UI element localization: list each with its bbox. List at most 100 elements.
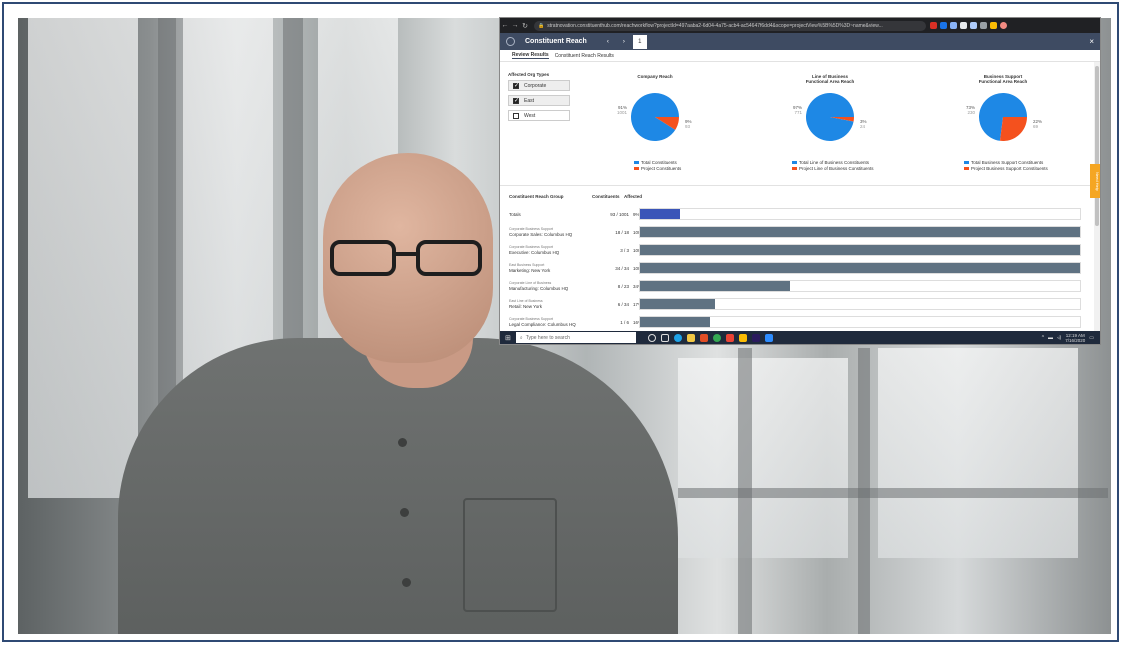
clock-date: 7/16/2020 bbox=[1065, 337, 1086, 343]
reach-bar-fill bbox=[640, 263, 1080, 273]
reach-bar-fill bbox=[640, 299, 715, 309]
chevron-up-icon[interactable]: ^ bbox=[1042, 335, 1044, 341]
pie-title: Line of Business Functional Area Reach bbox=[805, 74, 855, 84]
filters-heading: Affected Org Types bbox=[508, 72, 550, 77]
app-logo-icon[interactable] bbox=[506, 37, 515, 46]
legend-total: Total Constituents bbox=[641, 160, 677, 165]
reach-bar bbox=[639, 262, 1081, 274]
app-icon[interactable] bbox=[725, 333, 734, 342]
legend-total: Total Business Support Constituents bbox=[971, 160, 1044, 165]
row-name: Totals bbox=[509, 212, 521, 217]
row-count: 34 / 34 bbox=[615, 266, 629, 271]
close-icon[interactable]: × bbox=[1089, 37, 1094, 46]
zoom-icon[interactable] bbox=[764, 333, 773, 342]
row-name: Marketing: New York bbox=[509, 268, 551, 273]
extension-icon[interactable] bbox=[970, 22, 977, 29]
pie-legend: Total Constituents Project Constituents bbox=[634, 160, 681, 172]
pie-label-total-count: 1001 bbox=[617, 110, 628, 115]
page-number[interactable]: 1 bbox=[632, 34, 647, 49]
col-header-constituents[interactable]: Constituents bbox=[592, 194, 620, 199]
taskbar-apps bbox=[647, 333, 773, 342]
pie-legend: Total Business Support Constituents Proj… bbox=[964, 160, 1048, 172]
office-icon[interactable] bbox=[699, 333, 708, 342]
app-screenshot: ← → ↻ 🔒 stratnovation.constituenthub.com… bbox=[500, 18, 1100, 344]
forward-icon[interactable]: → bbox=[510, 22, 520, 29]
edge-icon[interactable] bbox=[673, 333, 682, 342]
presenter-glasses bbox=[330, 240, 490, 278]
row-count: 93 / 1001 bbox=[610, 212, 629, 217]
row-count: 3 / 3 bbox=[620, 248, 629, 253]
windows-taskbar: ⊞ ⌕ Type here to search ^ ▬ ◃) 12:19 AM … bbox=[500, 331, 1100, 344]
pie-label-total-count: 230 bbox=[967, 110, 975, 115]
window-pane bbox=[878, 348, 1078, 558]
extension-icon[interactable] bbox=[990, 22, 997, 29]
premiere-icon[interactable] bbox=[751, 333, 760, 342]
pie-slice-project[interactable] bbox=[999, 117, 1027, 141]
reach-bar bbox=[639, 298, 1081, 310]
reach-bar bbox=[639, 280, 1081, 292]
table-row[interactable]: Corporate Business Support Executive: Col… bbox=[509, 244, 1081, 258]
task-view-icon[interactable] bbox=[660, 333, 669, 342]
search-icon: ⌕ bbox=[519, 334, 523, 341]
browser-toolbar: ← → ↻ 🔒 stratnovation.constituenthub.com… bbox=[500, 18, 1100, 33]
row-label: Corporate Line of Business Manufacturing:… bbox=[509, 280, 589, 292]
reach-bar bbox=[639, 316, 1081, 328]
pie-label-project-count: 69 bbox=[1033, 124, 1039, 129]
legend-project: Project Constituents bbox=[641, 166, 682, 171]
tab-constituent-reach-results[interactable]: Constituent Reach Results bbox=[555, 53, 614, 59]
table-row[interactable]: Corporate Line of Business Manufacturing:… bbox=[509, 280, 1081, 294]
pager: ‹ › 1 bbox=[601, 34, 647, 49]
address-bar[interactable]: 🔒 stratnovation.constituenthub.com/reach… bbox=[534, 20, 926, 31]
row-count: 6 / 34 bbox=[617, 302, 629, 307]
col-header-group[interactable]: Constituent Reach Group bbox=[509, 194, 564, 199]
row-name: Retail: New York bbox=[509, 304, 543, 309]
reach-bar bbox=[639, 208, 1081, 220]
reach-bar-fill bbox=[640, 245, 1080, 255]
profile-avatar[interactable] bbox=[1000, 22, 1007, 29]
volume-icon[interactable]: ◃) bbox=[1057, 335, 1061, 341]
network-icon[interactable]: ▬ bbox=[1048, 335, 1053, 341]
notifications-icon[interactable]: ▭ bbox=[1089, 335, 1094, 341]
section-divider bbox=[500, 185, 1094, 186]
row-count: 8 / 23 bbox=[617, 284, 629, 289]
pie-lob-reach: Line of Business Functional Area Reach bbox=[785, 74, 875, 84]
app-header: Constituent Reach ‹ › 1 × bbox=[500, 33, 1100, 50]
windows-start-icon[interactable]: ⊞ bbox=[505, 334, 511, 342]
extension-icon[interactable] bbox=[960, 22, 967, 29]
pie-title: Company Reach bbox=[637, 74, 673, 79]
table-row[interactable]: Corporate Business Support Corporate Sale… bbox=[509, 226, 1081, 240]
row-label: Totals bbox=[509, 212, 589, 218]
extension-icon[interactable] bbox=[950, 22, 957, 29]
row-label: East Line of Business Retail: New York bbox=[509, 298, 589, 310]
tab-review-results[interactable]: Review Results bbox=[512, 52, 549, 59]
system-tray: ^ ▬ ◃) 12:19 AM 7/16/2020 ▭ bbox=[1042, 333, 1094, 343]
extension-icon[interactable] bbox=[930, 22, 937, 29]
extension-icon[interactable] bbox=[940, 22, 947, 29]
legend-total: Total Line of Business Constituents bbox=[799, 160, 870, 165]
pie-label-project-count: 24 bbox=[860, 124, 866, 129]
shirt-button bbox=[398, 438, 407, 447]
chrome-icon[interactable] bbox=[712, 333, 721, 342]
clock[interactable]: 12:19 AM 7/16/2020 bbox=[1065, 333, 1085, 343]
table-row[interactable]: East Line of Business Retail: New York 6 /… bbox=[509, 298, 1081, 312]
video-frame: ← → ↻ 🔒 stratnovation.constituenthub.com… bbox=[2, 2, 1119, 642]
extension-icon[interactable] bbox=[980, 22, 987, 29]
next-page-button[interactable]: › bbox=[617, 35, 631, 49]
reload-icon[interactable]: ↻ bbox=[520, 22, 530, 30]
taskbar-search[interactable]: ⌕ Type here to search bbox=[515, 332, 636, 343]
back-icon[interactable]: ← bbox=[500, 22, 510, 29]
page-title: Constituent Reach bbox=[525, 38, 587, 45]
prev-page-button[interactable]: ‹ bbox=[601, 35, 615, 49]
totals-row[interactable]: Totals 93 / 1001 9% bbox=[509, 208, 1081, 222]
col-header-affected[interactable]: Affected bbox=[624, 194, 642, 199]
help-side-tab[interactable]: Need Help bbox=[1090, 164, 1100, 198]
scrollbar-thumb[interactable] bbox=[1095, 66, 1099, 226]
row-name: Corporate Sales: Columbus HQ bbox=[509, 232, 573, 237]
pie-charts: 91%10019%9397%7713%2473%23022%69 bbox=[617, 93, 1042, 142]
file-explorer-icon[interactable] bbox=[686, 333, 695, 342]
app-icon[interactable] bbox=[738, 333, 747, 342]
window-pane bbox=[678, 358, 848, 558]
cortana-icon[interactable] bbox=[647, 333, 656, 342]
table-row[interactable]: Corporate Business Support Legal Complian… bbox=[509, 316, 1081, 330]
table-row[interactable]: East Business Support Marketing: New York… bbox=[509, 262, 1081, 276]
